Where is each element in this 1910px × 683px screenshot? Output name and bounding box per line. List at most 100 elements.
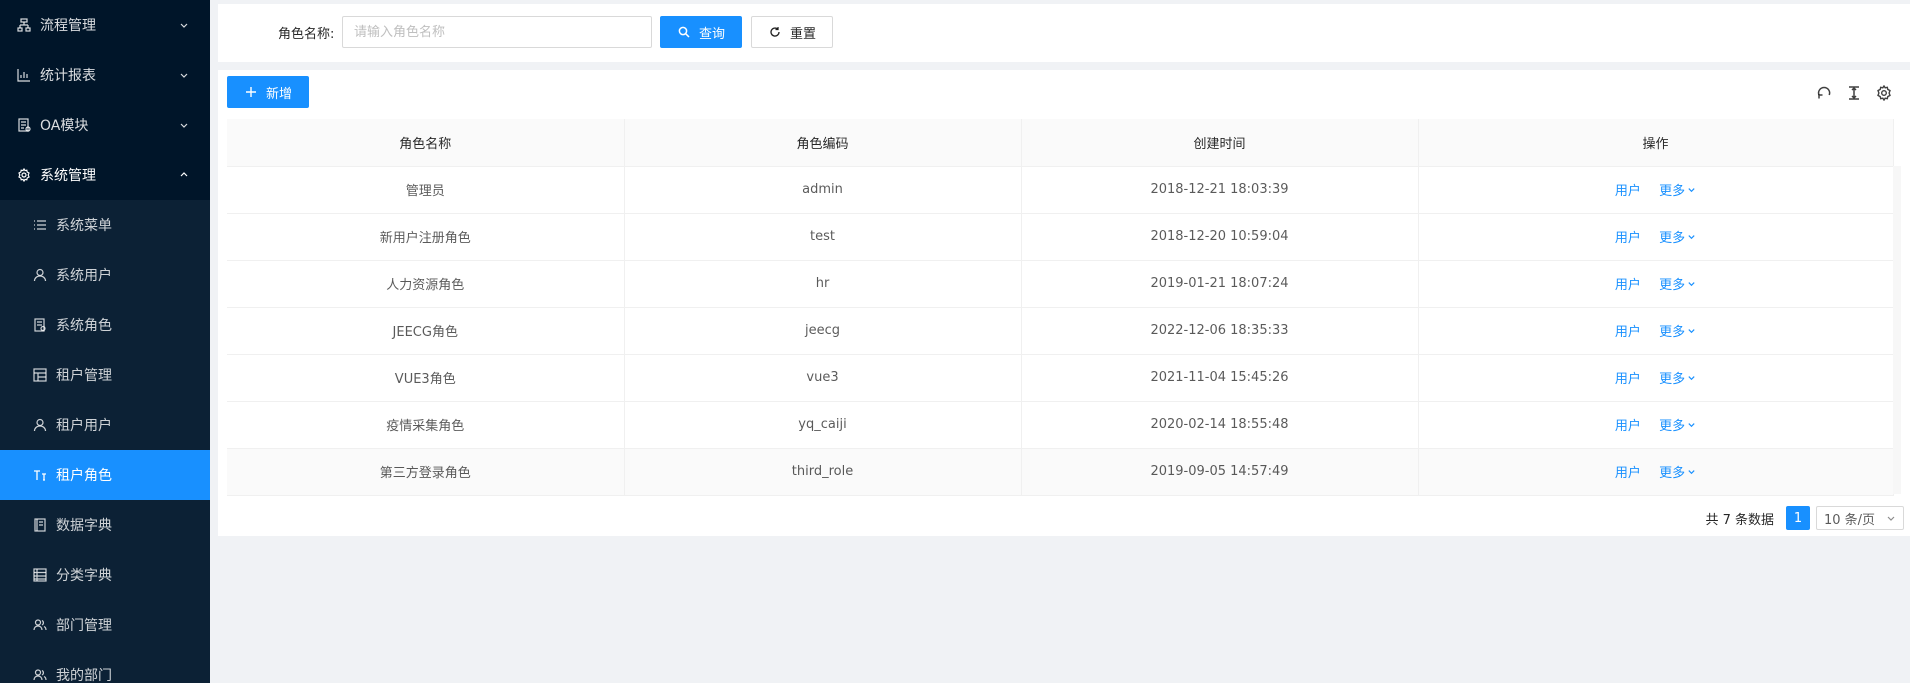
sidebar-item-category-dict[interactable]: 分类字典 [0, 550, 210, 600]
file-icon [32, 317, 48, 333]
table-card: 新增 角色名称 角色编码 创建时间 操作 管理员 admin 2018-12-2… [218, 70, 1910, 536]
gear-icon [16, 167, 32, 183]
more-dropdown[interactable]: 更多 [1659, 180, 1696, 199]
role-name-input[interactable] [342, 16, 652, 48]
user-link[interactable]: 用户 [1615, 419, 1641, 434]
search-icon [677, 25, 691, 39]
sidebar-item-system-user[interactable]: 系统用户 [0, 250, 210, 300]
more-label: 更多 [1659, 325, 1686, 340]
sidebar-item-dept-manage[interactable]: 部门管理 [0, 600, 210, 650]
book-icon [32, 517, 48, 533]
sidebar-item-label: OA模块 [40, 118, 89, 134]
role-code-cell: third_role [624, 448, 1022, 496]
column-header: 角色名称 [227, 119, 625, 167]
more-dropdown[interactable]: 更多 [1659, 321, 1696, 340]
sidebar: 流程管理 统计报表 OA模块 系统管理 系统菜单 系统用户 系统角色 租户管理 … [0, 0, 210, 683]
role-name-cell: 新用户注册角色 [227, 213, 625, 261]
pagination: 共 7 条数据 1 10 条/页 [1705, 506, 1904, 530]
create-time-cell: 2019-01-21 18:07:24 [1021, 260, 1419, 308]
setting-icon[interactable] [1874, 83, 1894, 103]
sidebar-item-system-menu[interactable]: 系统菜单 [0, 200, 210, 250]
sidebar-item-system[interactable]: 系统管理 [0, 150, 210, 200]
chevron-down-icon [178, 119, 190, 131]
reload-icon [768, 25, 782, 39]
role-name-cell: JEECG角色 [227, 307, 625, 355]
column-height-icon[interactable] [1844, 83, 1864, 103]
user-icon [32, 267, 48, 283]
create-time-cell: 2020-02-14 18:55:48 [1021, 401, 1419, 449]
user-link[interactable]: 用户 [1615, 231, 1641, 246]
sidebar-item-system-role[interactable]: 系统角色 [0, 300, 210, 350]
user-link[interactable]: 用户 [1615, 325, 1641, 340]
sidebar-item-tenant-role[interactable]: 租户角色 [0, 450, 210, 500]
sidebar-item-label: 系统管理 [40, 168, 96, 184]
add-button[interactable]: 新增 [227, 76, 309, 108]
table-row: JEECG角色 jeecg 2022-12-06 18:35:33 用户 更多 [227, 307, 1894, 355]
sidebar-item-label: 系统角色 [56, 318, 112, 334]
sidebar-item-label: 部门管理 [56, 618, 112, 634]
query-button[interactable]: 查询 [660, 16, 742, 48]
table-row: 第三方登录角色 third_role 2019-09-05 14:57:49 用… [227, 448, 1894, 496]
user-link[interactable]: 用户 [1615, 466, 1641, 481]
add-button-label: 新增 [265, 86, 292, 102]
system-submenu: 系统菜单 系统用户 系统角色 租户管理 租户用户 租户角色 数据字典 分类字典 … [0, 200, 210, 683]
table-row: 管理员 admin 2018-12-21 18:03:39 用户 更多 [227, 166, 1894, 214]
sidebar-item-label: 系统用户 [56, 268, 112, 284]
actions-cell: 用户 更多 [1418, 166, 1894, 214]
actions-cell: 用户 更多 [1418, 354, 1894, 402]
column-header: 角色编码 [624, 119, 1022, 167]
sidebar-item-label: 流程管理 [40, 18, 96, 34]
more-dropdown[interactable]: 更多 [1659, 274, 1696, 293]
more-dropdown[interactable]: 更多 [1659, 227, 1696, 246]
role-name-label: 角色名称: [278, 27, 335, 42]
user-link[interactable]: 用户 [1615, 372, 1641, 387]
more-label: 更多 [1659, 419, 1686, 434]
create-time-cell: 2018-12-20 10:59:04 [1021, 213, 1419, 261]
user-link[interactable]: 用户 [1615, 278, 1641, 293]
chart-icon [16, 67, 32, 83]
column-header: 创建时间 [1021, 119, 1419, 167]
more-label: 更多 [1659, 466, 1686, 481]
sidebar-item-my-dept[interactable]: 我的部门 [0, 650, 210, 683]
more-dropdown[interactable]: 更多 [1659, 462, 1696, 481]
user-link[interactable]: 用户 [1615, 184, 1641, 199]
create-time-cell: 2022-12-06 18:35:33 [1021, 307, 1419, 355]
chevron-down-icon [1688, 376, 1695, 381]
sidebar-item-tenant-manage[interactable]: 租户管理 [0, 350, 210, 400]
reset-button[interactable]: 重置 [751, 16, 833, 48]
page-size-select[interactable]: 10 条/页 [1816, 506, 1904, 530]
more-dropdown[interactable]: 更多 [1659, 368, 1696, 387]
sidebar-item-label: 分类字典 [56, 568, 112, 584]
sidebar-item-report[interactable]: 统计报表 [0, 50, 210, 100]
team-icon [32, 617, 48, 633]
role-code-cell: test [624, 213, 1022, 261]
sidebar-item-label: 租户管理 [56, 368, 112, 384]
table-row: 人力资源角色 hr 2019-01-21 18:07:24 用户 更多 [227, 260, 1894, 308]
sidebar-item-oa[interactable]: OA模块 [0, 100, 210, 150]
more-dropdown[interactable]: 更多 [1659, 415, 1696, 434]
role-name-cell: VUE3角色 [227, 354, 625, 402]
actions-cell: 用户 更多 [1418, 260, 1894, 308]
actions-cell: 用户 更多 [1418, 307, 1894, 355]
role-code-cell: yq_caiji [624, 401, 1022, 449]
role-code-cell: hr [624, 260, 1022, 308]
role-table: 角色名称 角色编码 创建时间 操作 管理员 admin 2018-12-21 1… [227, 119, 1894, 496]
more-label: 更多 [1659, 231, 1686, 246]
page-size-value: 10 条/页 [1824, 512, 1876, 528]
sidebar-item-data-dict[interactable]: 数据字典 [0, 500, 210, 550]
doc-icon [16, 117, 32, 133]
sidebar-item-tenant-user[interactable]: 租户用户 [0, 400, 210, 450]
plus-icon [244, 85, 258, 99]
pagination-page-1[interactable]: 1 [1786, 506, 1810, 530]
sidebar-item-label: 租户用户 [56, 418, 112, 434]
sidebar-item-label: 租户角色 [56, 468, 112, 484]
role-name-cell: 人力资源角色 [227, 260, 625, 308]
chevron-down-icon [1688, 470, 1695, 475]
sidebar-item-flow[interactable]: 流程管理 [0, 0, 210, 50]
table-row: 新用户注册角色 test 2018-12-20 10:59:04 用户 更多 [227, 213, 1894, 261]
chevron-up-icon [178, 169, 190, 181]
refresh-icon[interactable] [1814, 83, 1834, 103]
table-scrollbar[interactable] [1893, 166, 1901, 494]
chevron-down-icon [1688, 282, 1695, 287]
chevron-down-icon [178, 19, 190, 31]
